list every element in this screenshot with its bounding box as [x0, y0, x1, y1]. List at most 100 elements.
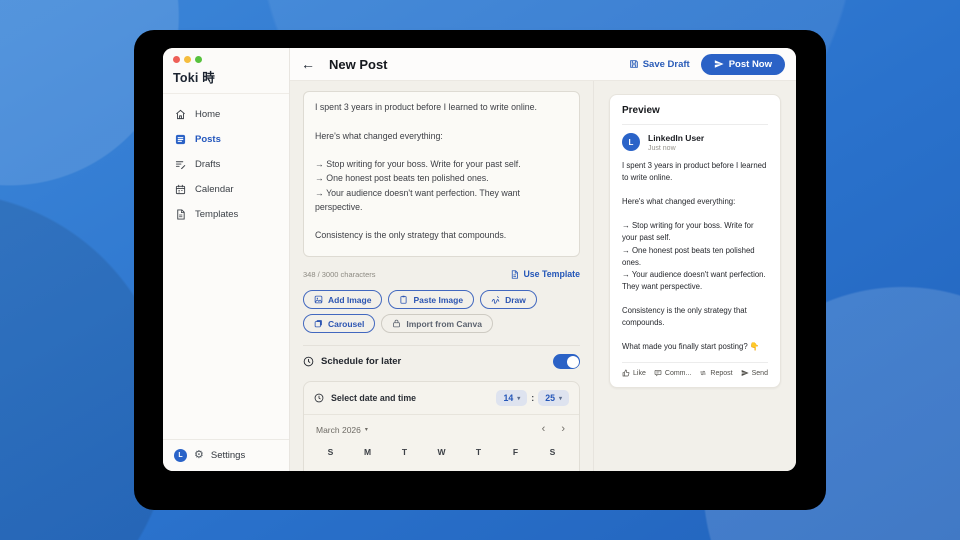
layers-icon: [314, 319, 323, 328]
device-frame: Toki 時 Home Posts Drafts Calendar: [134, 30, 826, 510]
settings-label: Settings: [211, 450, 245, 461]
weekday-headers: S M T W T F S: [304, 437, 579, 457]
clipboard-icon: [399, 295, 408, 304]
toggle-knob: [567, 356, 579, 368]
add-image-button[interactable]: Add Image: [303, 290, 382, 309]
editor-column: I spent 3 years in product before I lear…: [290, 81, 594, 471]
carousel-button[interactable]: Carousel: [303, 314, 375, 333]
send-icon: [741, 369, 749, 377]
preview-divider: [622, 124, 768, 125]
chevron-down-icon: ▾: [559, 395, 562, 402]
templates-icon: [175, 209, 186, 220]
calendar-date[interactable]: 5: [460, 469, 497, 471]
next-month-button[interactable]: ›: [561, 424, 565, 435]
preview-card: Preview L LinkedIn User Just now I spent…: [609, 94, 781, 388]
send-button[interactable]: Send: [741, 369, 768, 377]
preview-post-text: I spent 3 years in product before I lear…: [622, 160, 768, 353]
preview-actions: Like Comm... Repost: [622, 362, 768, 377]
schedule-card: Select date and time 14 ▾ : 25 ▾: [303, 381, 580, 471]
calendar-date[interactable]: 7: [534, 469, 571, 471]
window-controls: [173, 56, 279, 63]
schedule-toggle-row: Schedule for later: [303, 346, 580, 376]
sidebar-item-home[interactable]: Home: [163, 102, 289, 127]
sidebar-item-drafts[interactable]: Drafts: [163, 152, 289, 177]
preview-title: Preview: [622, 105, 768, 116]
clock-icon: [314, 393, 324, 403]
app-logo: Toki 時: [173, 67, 279, 86]
comment-icon: [654, 369, 662, 377]
calendar-date[interactable]: 1: [312, 469, 349, 471]
sidebar-settings[interactable]: L ⚙ Settings: [163, 439, 289, 471]
clock-icon: [303, 356, 314, 367]
drafts-icon: [175, 159, 186, 170]
minimize-window-icon[interactable]: [184, 56, 191, 63]
calendar-date[interactable]: 3: [386, 469, 423, 471]
sidebar-item-label: Home: [195, 109, 220, 120]
content-area: I spent 3 years in product before I lear…: [290, 81, 796, 471]
gear-icon: ⚙: [194, 450, 204, 461]
repost-icon: [699, 369, 707, 377]
calendar-header: March 2026 ▾ ‹ ›: [304, 415, 579, 437]
sidebar-item-posts[interactable]: Posts: [163, 127, 289, 152]
image-icon: [314, 295, 323, 304]
chevron-down-icon: ▾: [517, 395, 520, 402]
sidebar: Toki 時 Home Posts Drafts Calendar: [163, 48, 290, 471]
datetime-row: Select date and time 14 ▾ : 25 ▾: [304, 382, 579, 414]
template-doc-icon: [510, 270, 519, 279]
back-button[interactable]: ←: [301, 57, 315, 71]
sidebar-nav: Home Posts Drafts Calendar Templates: [163, 94, 289, 227]
select-datetime-label: Select date and time: [331, 393, 416, 403]
comment-button[interactable]: Comm...: [654, 369, 691, 377]
main-area: ← New Post Save Draft Post Now I spe: [290, 48, 796, 471]
save-icon: [629, 59, 639, 69]
maximize-window-icon[interactable]: [195, 56, 202, 63]
preview-author-row: L LinkedIn User Just now: [622, 133, 768, 152]
save-draft-button[interactable]: Save Draft: [629, 59, 690, 70]
minute-select[interactable]: 25 ▾: [538, 390, 569, 406]
sidebar-item-label: Calendar: [195, 184, 234, 195]
sidebar-item-label: Templates: [195, 209, 238, 220]
close-window-icon[interactable]: [173, 56, 180, 63]
calendar-date[interactable]: 2: [349, 469, 386, 471]
page-header: ← New Post Save Draft Post Now: [290, 48, 796, 81]
like-button[interactable]: Like: [622, 369, 646, 377]
post-timestamp: Just now: [648, 145, 704, 152]
character-count: 348 / 3000 characters: [303, 270, 376, 279]
calendar-date[interactable]: 6: [497, 469, 534, 471]
sidebar-item-label: Drafts: [195, 159, 220, 170]
post-editor[interactable]: I spent 3 years in product before I lear…: [303, 91, 580, 257]
schedule-toggle[interactable]: [553, 354, 580, 369]
send-icon: [714, 59, 724, 69]
calendar-icon: [175, 184, 186, 195]
sidebar-item-label: Posts: [195, 134, 221, 145]
calendar-date[interactable]: 4: [423, 469, 460, 471]
draw-button[interactable]: Draw: [480, 290, 537, 309]
import-canva-button[interactable]: Import from Canva: [381, 314, 493, 333]
time-colon: :: [531, 393, 534, 403]
chevron-down-icon: ▾: [365, 426, 368, 433]
user-avatar[interactable]: L: [174, 449, 187, 462]
sidebar-header: Toki 時: [163, 48, 289, 94]
calendar-dates-row: 1 2 3 4 5 6 7: [304, 457, 579, 471]
hour-select[interactable]: 14 ▾: [496, 390, 527, 406]
author-name: LinkedIn User: [648, 133, 704, 143]
post-now-button[interactable]: Post Now: [701, 54, 785, 75]
schedule-label: Schedule for later: [321, 356, 401, 367]
preview-column: Preview L LinkedIn User Just now I spent…: [594, 81, 796, 471]
media-buttons: Add Image Paste Image Draw Carousel: [303, 290, 553, 333]
prev-month-button[interactable]: ‹: [542, 424, 546, 435]
repost-button[interactable]: Repost: [699, 369, 732, 377]
app-window: Toki 時 Home Posts Drafts Calendar: [163, 48, 796, 471]
thumbs-up-icon: [622, 369, 630, 377]
paste-image-button[interactable]: Paste Image: [388, 290, 474, 309]
posts-icon: [175, 134, 186, 145]
use-template-button[interactable]: Use Template: [510, 269, 580, 279]
sidebar-item-templates[interactable]: Templates: [163, 202, 289, 227]
page-title: New Post: [329, 57, 388, 72]
home-icon: [175, 109, 186, 120]
month-select[interactable]: March 2026 ▾: [316, 425, 368, 435]
scribble-icon: [491, 295, 500, 304]
lock-icon: [392, 319, 401, 328]
avatar: L: [622, 133, 640, 151]
sidebar-item-calendar[interactable]: Calendar: [163, 177, 289, 202]
